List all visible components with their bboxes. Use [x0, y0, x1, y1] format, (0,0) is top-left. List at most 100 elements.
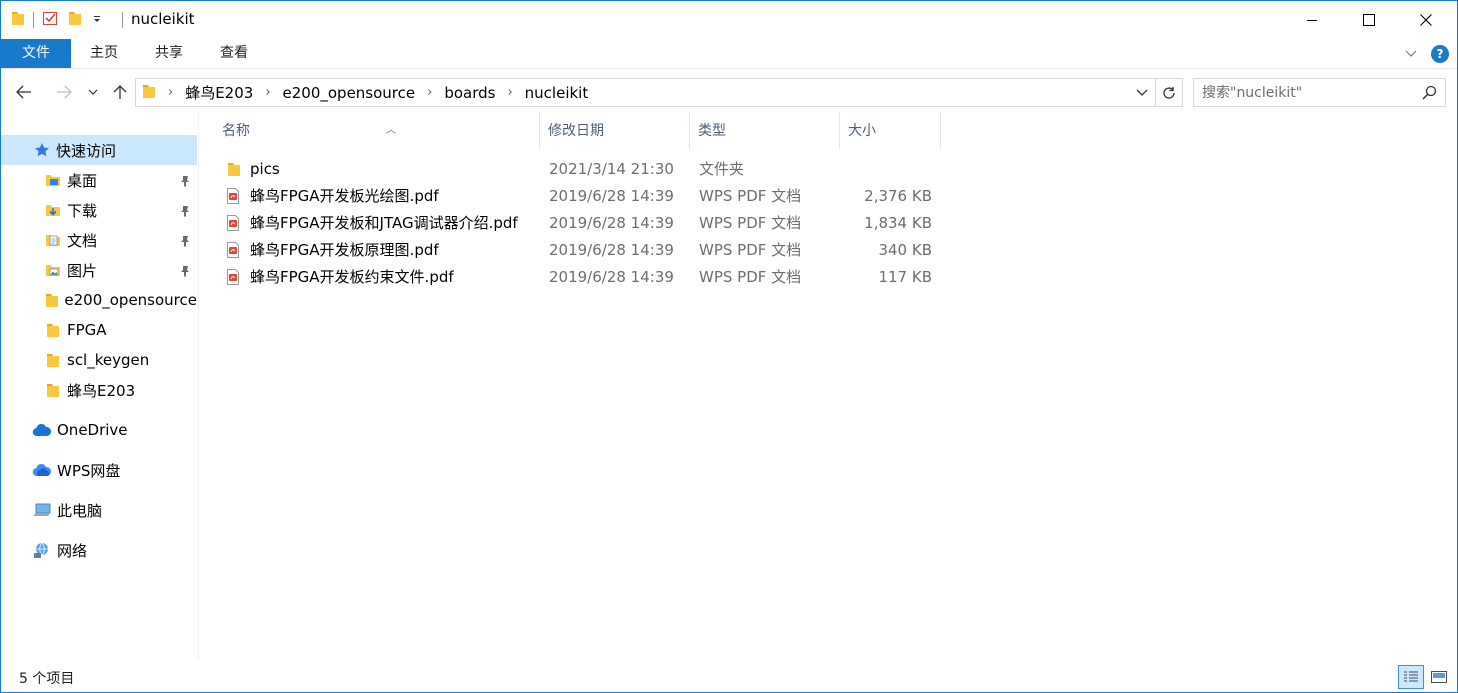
chevron-right-icon[interactable]: › [168, 85, 173, 100]
chevron-right-icon[interactable]: › [507, 85, 512, 100]
file-size: 117 KB [878, 268, 932, 286]
folder-icon [44, 381, 62, 399]
ribbon-controls: ? [1405, 45, 1449, 63]
sidebar-item-fpga[interactable]: FPGA [1, 315, 197, 345]
sidebar-item-this-pc[interactable]: 此电脑 [1, 495, 197, 525]
pdf-file-icon [224, 268, 242, 286]
details-view-icon [1404, 671, 1418, 682]
column-header-size[interactable]: 大小 [840, 113, 941, 149]
sidebar-item-label: 文档 [67, 231, 98, 250]
chevron-down-icon [1405, 50, 1417, 57]
column-header-name[interactable]: 名称 ︿ [214, 113, 540, 149]
chevron-right-icon[interactable]: › [265, 85, 270, 100]
sidebar-item-wps-drive[interactable]: WPS网盘 [1, 455, 197, 485]
file-type: WPS PDF 文档 [699, 187, 802, 205]
pdf-file-icon [224, 214, 242, 232]
address-bar[interactable]: › 蜂鸟E203 › e200_opensource › boards › nu… [135, 78, 1183, 107]
column-header-date[interactable]: 修改日期 [540, 113, 690, 149]
tab-view[interactable]: 查看 [211, 39, 257, 68]
file-row[interactable]: 蜂鸟FPGA开发板和JTAG调试器介绍.pdf 2019/6/28 14:39 … [222, 210, 942, 237]
search-icon[interactable] [1422, 85, 1437, 104]
sidebar-item-e203[interactable]: 蜂鸟E203 [1, 375, 197, 405]
tab-share[interactable]: 共享 [146, 39, 192, 68]
folder-icon[interactable] [11, 10, 25, 30]
toolbar-divider [33, 12, 34, 28]
item-count: 5 个项目 [19, 671, 75, 687]
sidebar-item-quick-access[interactable]: 快速访问 [1, 135, 197, 165]
breadcrumb-item[interactable]: e200_opensource [283, 84, 416, 102]
search-input[interactable] [1202, 83, 1412, 103]
folder-icon [44, 351, 62, 369]
quick-access-toolbar [11, 10, 102, 30]
file-name: 蜂鸟FPGA开发板约束文件.pdf [250, 268, 454, 286]
chevron-right-icon[interactable]: › [427, 85, 432, 100]
chevron-down-icon [88, 89, 98, 95]
sidebar-item-label: 桌面 [67, 171, 98, 190]
file-row[interactable]: 蜂鸟FPGA开发板原理图.pdf 2019/6/28 14:39 WPS PDF… [222, 237, 942, 264]
window-title: nucleikit [131, 10, 195, 28]
breadcrumb: › 蜂鸟E203 › e200_opensource › boards › nu… [142, 79, 588, 106]
customize-toolbar-dropdown-icon[interactable] [92, 12, 102, 28]
details-view-button[interactable] [1398, 665, 1424, 689]
address-history-dropdown[interactable] [1136, 84, 1150, 100]
help-icon[interactable]: ? [1431, 45, 1449, 63]
properties-icon[interactable] [42, 10, 58, 30]
pin-icon[interactable] [179, 263, 191, 281]
sidebar-item-scl-keygen[interactable]: scl_keygen [1, 345, 197, 375]
sidebar-item-pictures[interactable]: 图片 [1, 255, 197, 285]
sidebar-item-documents[interactable]: 文档 [1, 225, 197, 255]
forward-button[interactable] [51, 79, 77, 105]
maximize-icon [1363, 14, 1375, 26]
refresh-button[interactable] [1155, 79, 1182, 106]
file-name: 蜂鸟FPGA开发板原理图.pdf [250, 241, 439, 259]
pin-icon[interactable] [179, 233, 191, 251]
tab-home[interactable]: 主页 [81, 39, 127, 68]
sidebar-item-label: 快速访问 [56, 141, 117, 160]
file-row[interactable]: pics 2021/3/14 21:30 文件夹 [222, 156, 942, 183]
navigation-pane: 快速访问 桌面 下载 文档 图片 e200_opensource FPGA sc… [1, 113, 199, 659]
explorer-window: nucleikit 文件 主页 共享 查看 ? › 蜂鸟E203 › e200_… [0, 0, 1458, 693]
column-header-type[interactable]: 类型 [690, 113, 840, 149]
pin-icon[interactable] [179, 203, 191, 221]
file-name: pics [250, 160, 280, 178]
cloud-icon [32, 421, 52, 439]
up-button[interactable] [107, 79, 133, 105]
file-date: 2019/6/28 14:39 [549, 241, 674, 259]
sidebar-item-downloads[interactable]: 下载 [1, 195, 197, 225]
breadcrumb-item[interactable]: boards [444, 84, 495, 102]
file-size: 2,376 KB [864, 187, 932, 205]
pin-icon[interactable] [179, 173, 191, 191]
sidebar-item-desktop[interactable]: 桌面 [1, 165, 197, 195]
new-folder-icon[interactable] [68, 10, 82, 30]
search-box[interactable] [1193, 78, 1446, 107]
breadcrumb-item[interactable]: 蜂鸟E203 [185, 82, 253, 103]
tab-file[interactable]: 文件 [1, 39, 71, 68]
file-date: 2019/6/28 14:39 [549, 187, 674, 205]
title-divider [122, 12, 123, 28]
chevron-down-icon [1136, 89, 1148, 96]
minimize-button[interactable] [1289, 1, 1335, 39]
sidebar-item-label: WPS网盘 [57, 461, 121, 480]
file-date: 2019/6/28 14:39 [549, 214, 674, 232]
sidebar-item-onedrive[interactable]: OneDrive [1, 415, 197, 445]
large-icons-view-button[interactable] [1426, 665, 1452, 689]
file-date: 2021/3/14 21:30 [549, 160, 674, 178]
recent-locations-button[interactable] [81, 79, 105, 105]
up-arrow-icon [113, 85, 127, 99]
title-bar: nucleikit [1, 1, 1457, 39]
file-row[interactable]: 蜂鸟FPGA开发板约束文件.pdf 2019/6/28 14:39 WPS PD… [222, 264, 942, 291]
pdf-file-icon [224, 241, 242, 259]
ribbon: 文件 主页 共享 查看 ? [1, 39, 1457, 69]
sidebar-item-network[interactable]: 网络 [1, 535, 197, 565]
back-button[interactable] [11, 79, 37, 105]
maximize-button[interactable] [1346, 1, 1392, 39]
file-row[interactable]: 蜂鸟FPGA开发板光绘图.pdf 2019/6/28 14:39 WPS PDF… [222, 183, 942, 210]
close-button[interactable] [1403, 1, 1449, 39]
refresh-icon [1163, 86, 1175, 99]
sidebar-item-label: e200_opensource [64, 291, 197, 309]
sidebar-item-e200-opensource[interactable]: e200_opensource [1, 285, 197, 315]
expand-ribbon-button[interactable] [1405, 46, 1417, 62]
breadcrumb-item[interactable]: nucleikit [525, 84, 589, 102]
sidebar-item-label: 下载 [67, 201, 98, 220]
back-arrow-icon [16, 85, 31, 99]
